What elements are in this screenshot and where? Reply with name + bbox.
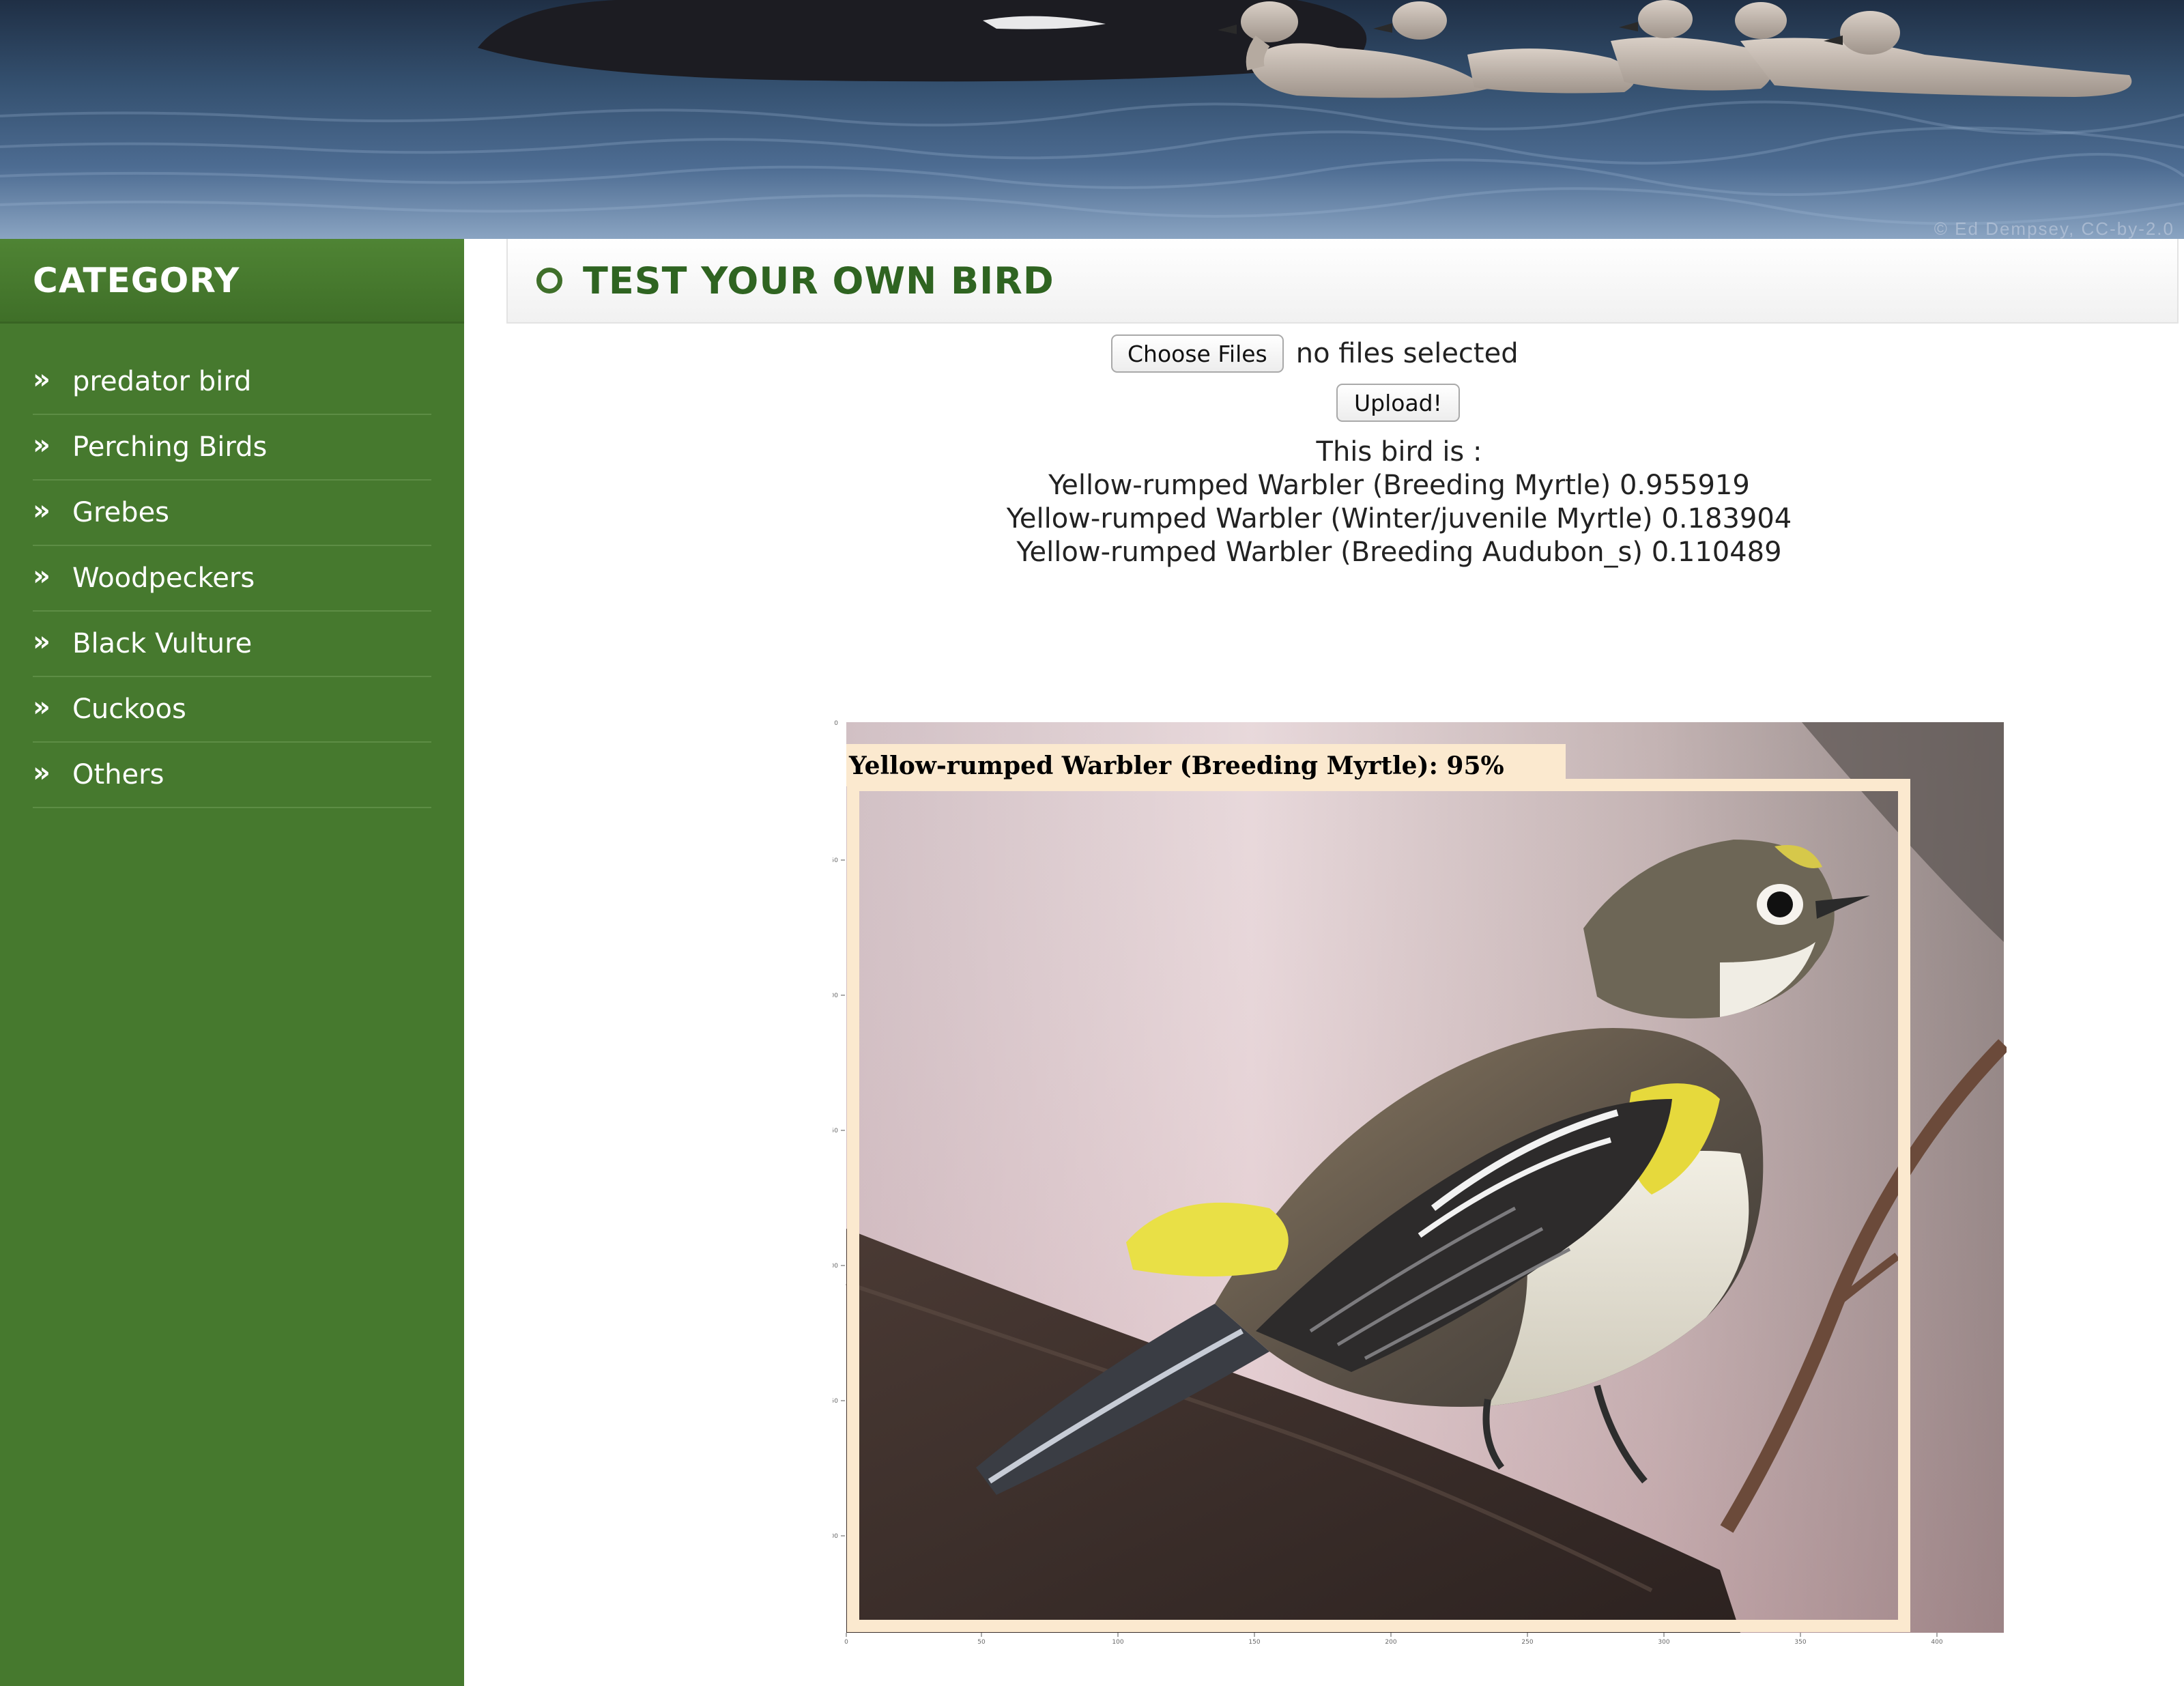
detection-label: Yellow-rumped Warbler (Breeding Myrtle):… — [848, 752, 1504, 780]
y-tick-label: 50 — [833, 857, 838, 864]
prediction-line: Yellow-rumped Warbler (Winter/juvenile M… — [1006, 503, 1792, 534]
double-chevron-right-icon: » — [33, 495, 51, 526]
banner-photo — [0, 0, 2184, 239]
sidebar-item-grebes[interactable]: » Grebes — [33, 481, 431, 546]
detection-plot: Yellow-rumped Warbler (Breeding Myrtle):… — [833, 720, 2007, 1645]
prediction-line: Yellow-rumped Warbler (Breeding Myrtle) … — [1048, 470, 1750, 501]
sidebar-item-cuckoos[interactable]: » Cuckoos — [33, 677, 431, 743]
x-tick-label: 100 — [1112, 1639, 1123, 1645]
double-chevron-right-icon: » — [33, 626, 51, 657]
sidebar-item-label: Black Vulture — [72, 628, 253, 659]
double-chevron-right-icon: » — [33, 429, 51, 461]
x-tick-label: 50 — [977, 1639, 986, 1645]
y-tick-label: 150 — [833, 1128, 838, 1134]
sidebar-title: CATEGORY — [33, 260, 240, 300]
x-tick-label: 0 — [844, 1639, 848, 1645]
sidebar-item-label: Cuckoos — [72, 694, 186, 725]
category-sidebar: CATEGORY » predator bird » Perching Bird… — [0, 239, 464, 1686]
sidebar-item-label: predator bird — [72, 366, 252, 397]
banner-copyright-text: © Ed Dempsey, CC-by-2.0 — [1934, 218, 2174, 239]
file-picker-row: Choose Files no files selected — [1111, 334, 1519, 373]
double-chevron-right-icon: » — [33, 364, 51, 395]
x-tick-label: 250 — [1521, 1639, 1533, 1645]
sidebar-item-others[interactable]: » Others — [33, 743, 431, 808]
detection-result-figure: Yellow-rumped Warbler (Breeding Myrtle):… — [833, 717, 2007, 1645]
double-chevron-right-icon: » — [33, 560, 51, 592]
sidebar-item-label: Perching Birds — [72, 431, 268, 463]
y-tick-label: 200 — [833, 1263, 838, 1270]
choose-files-button[interactable]: Choose Files — [1111, 334, 1284, 373]
sidebar-item-woodpeckers[interactable]: » Woodpeckers — [33, 546, 431, 612]
sidebar-item-predator-bird[interactable]: » predator bird — [33, 349, 431, 415]
sidebar-item-label: Woodpeckers — [72, 562, 255, 594]
y-tick-label: 250 — [833, 1398, 838, 1405]
x-tick-label: 300 — [1658, 1639, 1669, 1645]
double-chevron-right-icon: » — [33, 757, 51, 788]
ring-bullet-icon — [536, 268, 562, 294]
upload-button[interactable]: Upload! — [1336, 384, 1460, 422]
result-heading: This bird is : — [1316, 436, 1482, 468]
y-tick-label: 0 — [834, 720, 838, 727]
page-title: TEST YOUR OWN BIRD — [583, 259, 1054, 302]
sidebar-item-label: Others — [72, 759, 164, 790]
prediction-line: Yellow-rumped Warbler (Breeding Audubon_… — [1016, 537, 1782, 568]
sidebar-item-perching-birds[interactable]: » Perching Birds — [33, 415, 431, 481]
file-status-text: no files selected — [1295, 338, 1519, 369]
double-chevron-right-icon: » — [33, 691, 51, 723]
section-header: TEST YOUR OWN BIRD — [506, 239, 2179, 324]
x-tick-label: 400 — [1931, 1639, 1942, 1645]
x-tick-label: 200 — [1385, 1639, 1396, 1645]
sidebar-item-black-vulture[interactable]: » Black Vulture — [33, 612, 431, 677]
x-tick-label: 150 — [1248, 1639, 1260, 1645]
header-banner-image: © Ed Dempsey, CC-by-2.0 — [0, 0, 2184, 239]
prediction-results: This bird is : Yellow-rumped Warbler (Br… — [956, 435, 1843, 569]
category-list: » predator bird » Perching Birds » Grebe… — [0, 324, 464, 808]
upload-button-wrap: Upload! — [1336, 384, 1460, 422]
y-tick-label: 300 — [833, 1533, 838, 1540]
sidebar-item-label: Grebes — [72, 497, 170, 528]
x-tick-label: 350 — [1794, 1639, 1806, 1645]
y-tick-label: 100 — [833, 992, 838, 999]
sidebar-header: CATEGORY — [0, 239, 464, 324]
